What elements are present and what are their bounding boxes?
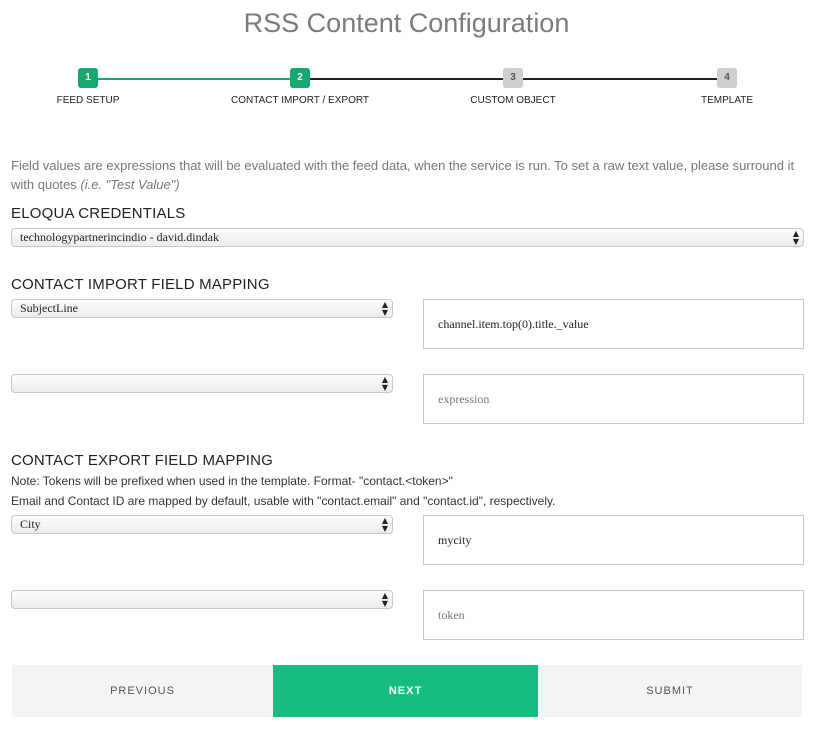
import-expression-input-2[interactable]: expression (423, 374, 804, 424)
export-note-prefix: Note: Tokens will be prefixed when used … (11, 474, 453, 488)
export-token-input-2[interactable]: token (423, 590, 804, 640)
export-token-input-1[interactable]: mycity (423, 515, 804, 565)
step-4-label: TEMPLATE (700, 95, 754, 106)
export-note-defaults: Email and Contact ID are mapped by defau… (11, 494, 556, 508)
intro-text: Field values are expressions that will b… (11, 156, 806, 194)
select-arrows-icon: ▲ ▼ (381, 516, 388, 533)
wizard-footer: PREVIOUS NEXT SUBMIT (12, 665, 802, 717)
step-connector-1-2 (88, 78, 300, 80)
next-button[interactable]: NEXT (273, 665, 538, 717)
step-4-indicator[interactable]: 4 (717, 68, 737, 88)
step-1-label: FEED SETUP (56, 95, 120, 106)
intro-example: (i.e. "Test Value") (80, 177, 180, 192)
select-arrows-icon: ▲ ▼ (381, 375, 388, 392)
import-field-select-2[interactable]: ▲ ▼ (11, 374, 393, 393)
submit-button[interactable]: SUBMIT (538, 665, 802, 717)
step-2-label: CONTACT IMPORT / EXPORT (231, 95, 369, 106)
page-title: RSS Content Configuration (243, 8, 570, 38)
export-field-select-1-value: City (20, 517, 41, 531)
step-3-label: CUSTOM OBJECT (470, 95, 556, 106)
credentials-select-value: technologypartnerincindio - david.dindak (20, 230, 219, 244)
export-field-select-1[interactable]: City ▲ ▼ (11, 515, 393, 534)
credentials-heading: ELOQUA CREDENTIALS (11, 205, 186, 222)
import-field-select-1-value: SubjectLine (20, 301, 78, 315)
import-field-select-1[interactable]: SubjectLine ▲ ▼ (11, 299, 393, 318)
export-field-select-2[interactable]: ▲ ▼ (11, 590, 393, 609)
import-mapping-heading: CONTACT IMPORT FIELD MAPPING (11, 276, 270, 293)
step-3-indicator[interactable]: 3 (503, 68, 523, 88)
step-connector-2-3 (300, 78, 513, 80)
credentials-select[interactable]: technologypartnerincindio - david.dindak… (11, 228, 804, 247)
step-2-indicator[interactable]: 2 (290, 68, 310, 88)
step-connector-3-4 (513, 78, 727, 80)
select-arrows-icon: ▲ ▼ (792, 229, 799, 246)
select-arrows-icon: ▲ ▼ (381, 300, 388, 317)
step-1-indicator[interactable]: 1 (78, 68, 98, 88)
import-expression-input-1[interactable]: channel.item.top(0).title._value (423, 299, 804, 349)
previous-button[interactable]: PREVIOUS (12, 665, 273, 717)
wizard-stepper: 1 2 3 4 FEED SETUP CONTACT IMPORT / EXPO… (0, 68, 813, 108)
select-arrows-icon: ▲ ▼ (381, 591, 388, 608)
export-mapping-heading: CONTACT EXPORT FIELD MAPPING (11, 452, 274, 469)
